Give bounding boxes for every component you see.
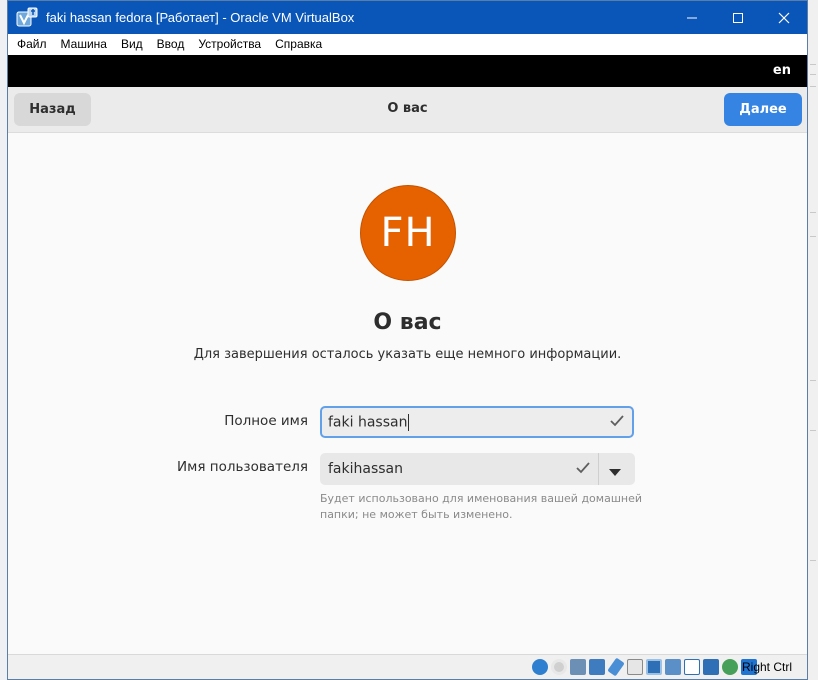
gnome-top-panel: en (8, 55, 807, 87)
username-combobox[interactable]: fakihassan (320, 453, 635, 485)
display-icon[interactable] (646, 659, 662, 675)
header-title: О вас (387, 101, 428, 116)
host-desktop-edge (808, 0, 818, 680)
menu-file[interactable]: Файл (10, 34, 54, 55)
mouse-integration-icon[interactable] (722, 659, 738, 675)
menu-view[interactable]: Вид (114, 34, 150, 55)
full-name-field[interactable]: faki hassan (320, 406, 634, 438)
shared-folders-icon[interactable] (627, 659, 643, 675)
hard-disk-icon[interactable] (532, 659, 548, 675)
username-label: Имя пользователя (177, 459, 308, 475)
menu-machine[interactable]: Машина (54, 34, 114, 55)
setup-header-bar: Назад О вас Далее (8, 87, 807, 133)
virtualbox-window: faki hassan fedora [Работает] - Oracle V… (7, 0, 808, 680)
divider (598, 453, 599, 485)
status-bar: Right Ctrl (8, 654, 807, 679)
avatar[interactable]: FH (360, 185, 456, 281)
window-title: faki hassan fedora [Работает] - Oracle V… (46, 10, 355, 25)
full-name-label: Полное имя (224, 413, 308, 429)
menu-bar: Файл Машина Вид Ввод Устройства Справка (8, 34, 807, 55)
host-key-label: Right Ctrl (742, 660, 793, 674)
status-icons (532, 657, 760, 677)
guest-screen[interactable]: en Назад О вас Далее FH О вас Для заверш… (8, 55, 807, 654)
menu-devices[interactable]: Устройства (191, 34, 268, 55)
keyboard-layout-indicator[interactable]: en (773, 63, 791, 78)
username-value: fakihassan (328, 461, 403, 477)
minimize-icon[interactable] (669, 1, 715, 34)
close-icon[interactable] (761, 1, 807, 34)
network-icon[interactable] (589, 659, 605, 675)
virtualization-icon[interactable] (684, 659, 700, 675)
audio-icon[interactable] (570, 659, 586, 675)
avatar-initials: FH (380, 210, 436, 256)
username-hint: Будет использовано для именования вашей … (320, 492, 643, 521)
optical-drive-icon[interactable] (551, 659, 567, 675)
text-caret (408, 413, 410, 431)
full-name-value: faki hassan (328, 414, 408, 430)
video-capture-icon[interactable] (665, 659, 681, 675)
chevron-down-icon[interactable] (609, 465, 621, 481)
menu-help[interactable]: Справка (268, 34, 329, 55)
maximize-icon[interactable] (715, 1, 761, 34)
page-title: О вас (373, 310, 442, 335)
checkmark-icon (610, 415, 624, 431)
next-button[interactable]: Далее (724, 93, 802, 126)
cpu-icon[interactable] (703, 659, 719, 675)
page-subtitle: Для завершения осталось указать еще немн… (193, 347, 622, 362)
usb-icon[interactable] (607, 657, 625, 677)
checkmark-icon (576, 462, 590, 478)
title-bar[interactable]: faki hassan fedora [Работает] - Oracle V… (8, 1, 807, 34)
window-controls (669, 1, 807, 34)
virtualbox-icon (16, 7, 38, 29)
menu-input[interactable]: Ввод (150, 34, 192, 55)
